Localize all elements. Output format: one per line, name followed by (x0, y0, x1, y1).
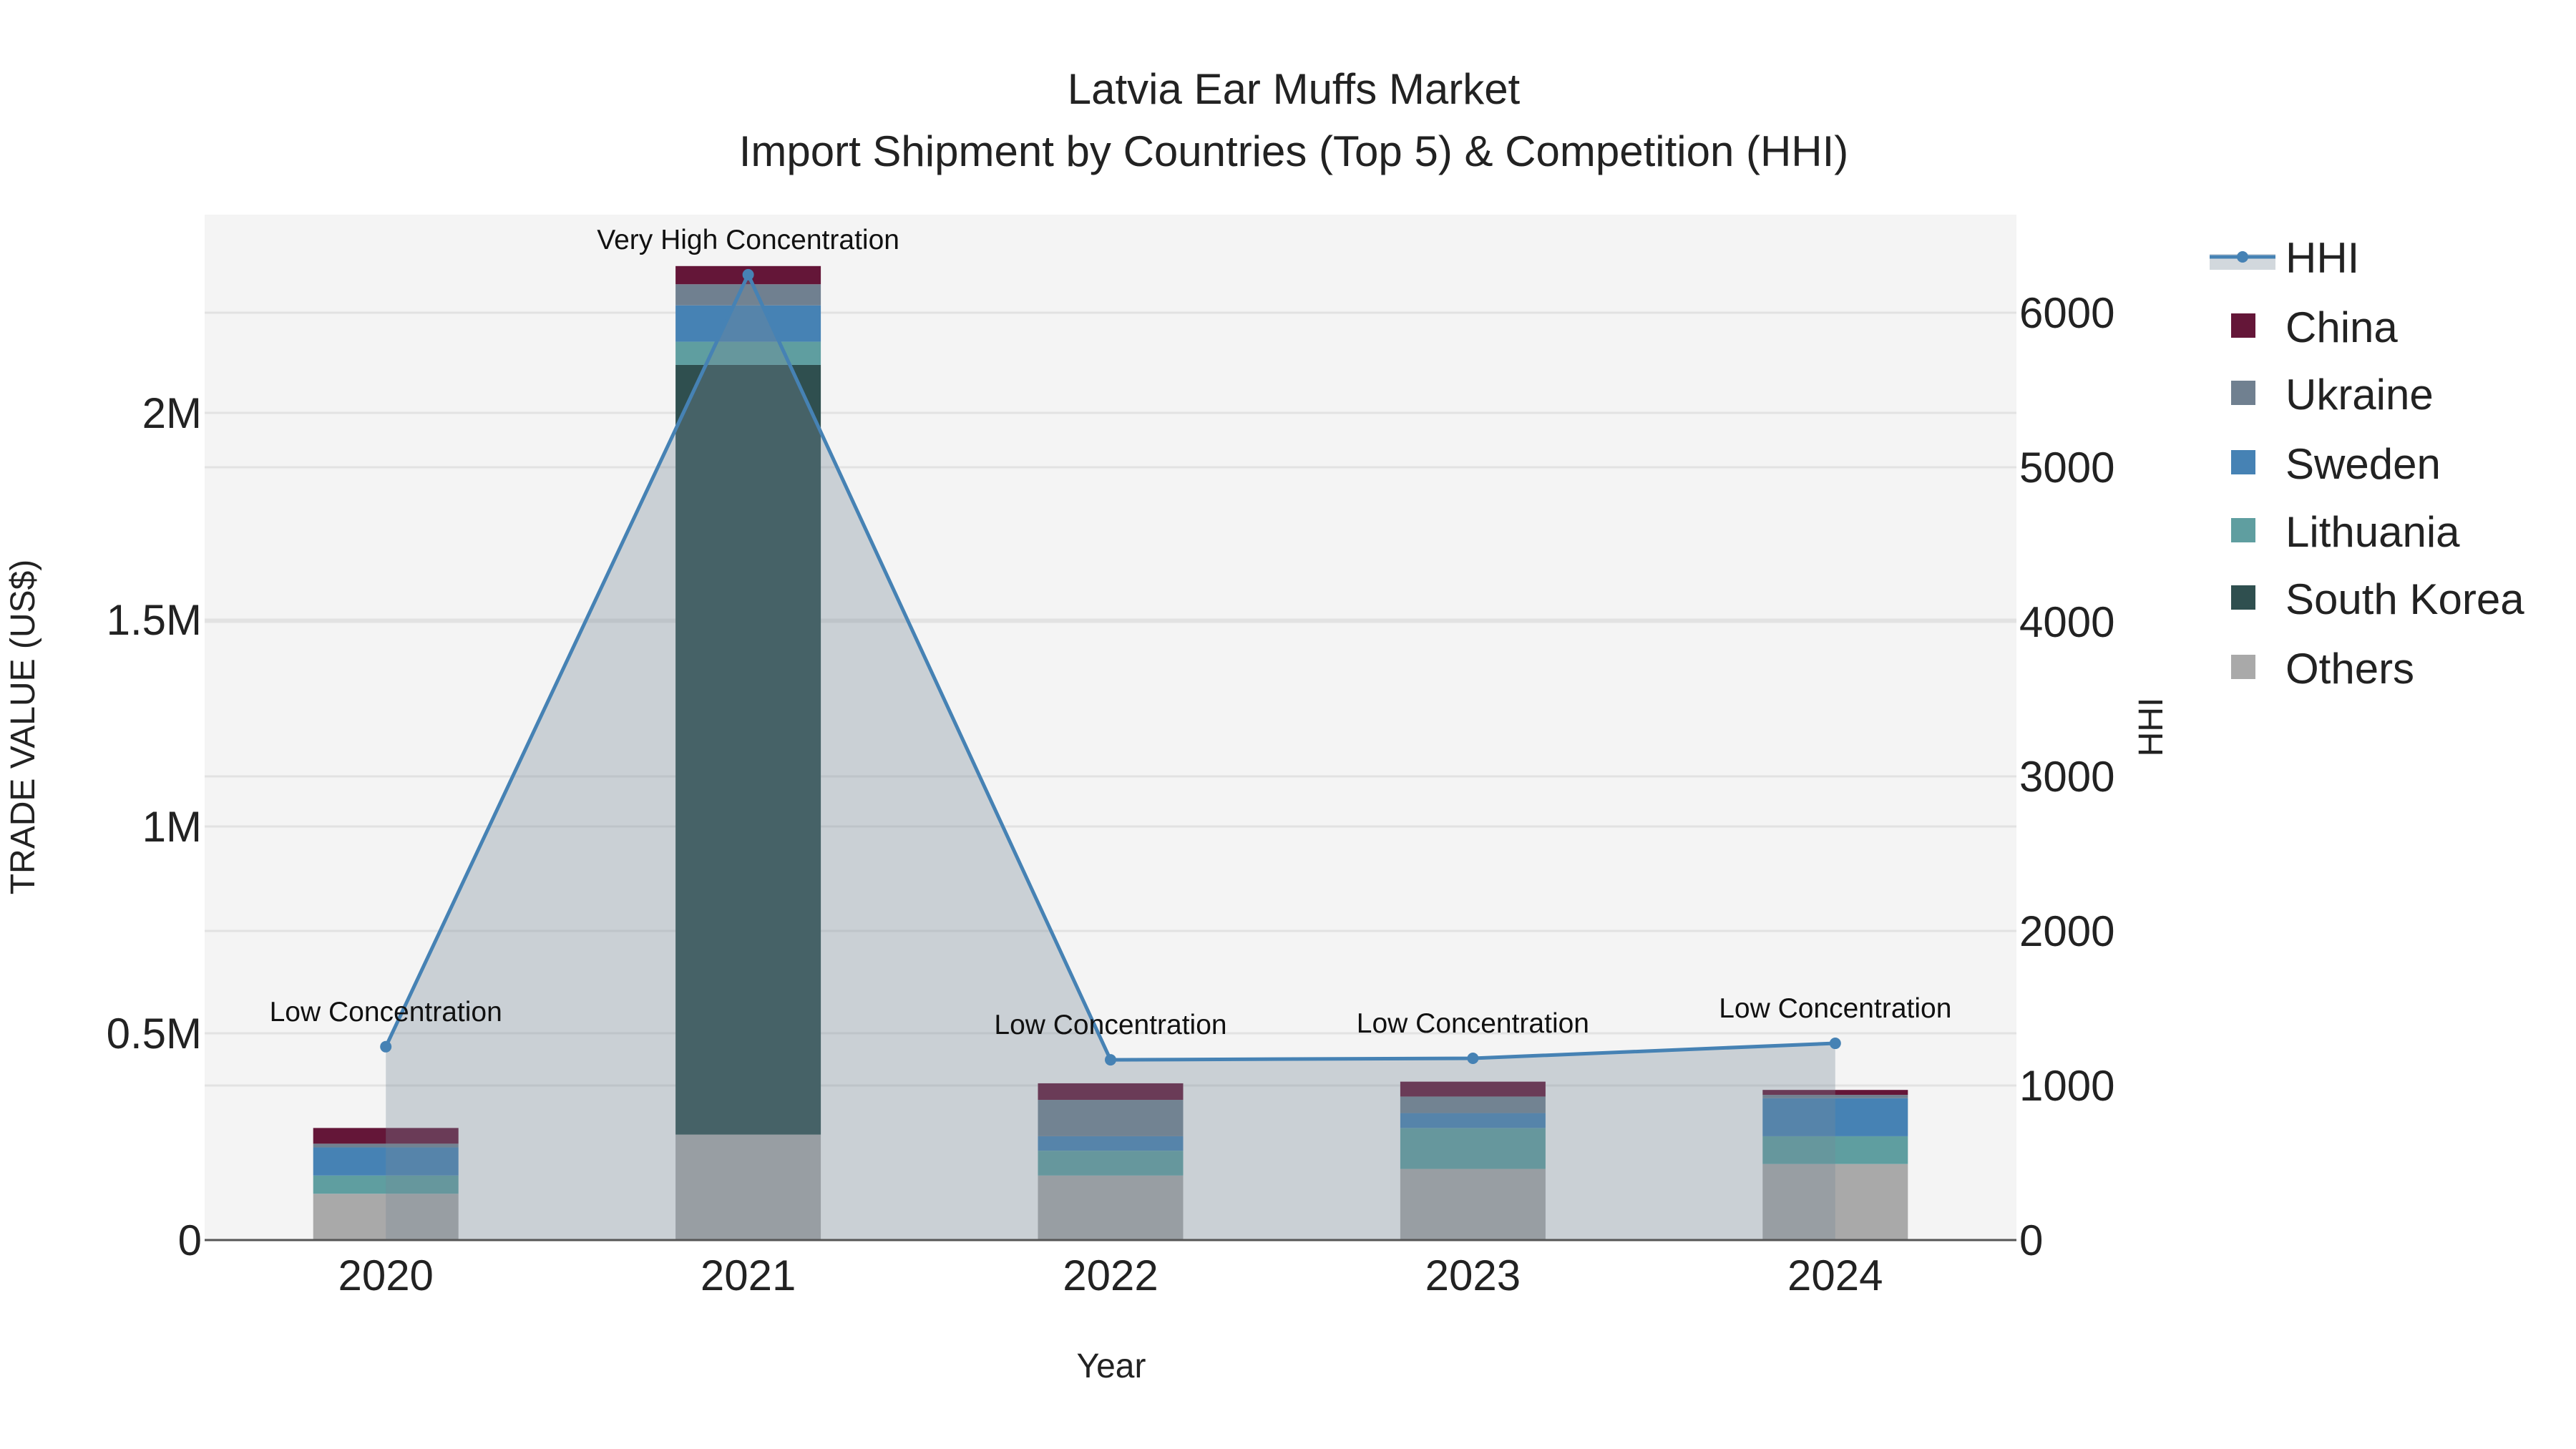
x-tick-label: 2024 (1787, 1252, 1883, 1299)
chart-subtitle: Import Shipment by Countries (Top 5) & C… (739, 127, 1849, 175)
legend-item-south-korea: South Korea (2231, 575, 2524, 623)
legend-item-hhi: HHI (2210, 234, 2359, 282)
legend-hhi-marker (2237, 251, 2248, 263)
x-tick-label: 2021 (701, 1252, 796, 1299)
legend-item-ukraine: Ukraine (2231, 371, 2434, 419)
y-tick-label: 1M (142, 803, 202, 851)
hhi-annotation: Low Concentration (270, 997, 502, 1028)
legend-item-sweden: Sweden (2231, 440, 2441, 488)
legend-item-others: Others (2231, 645, 2414, 693)
legend-swatch (2231, 585, 2255, 610)
y2-tick-label: 1000 (2019, 1062, 2114, 1110)
y-tick-label: 2M (142, 389, 202, 437)
hhi-point (1829, 1038, 1841, 1050)
y-axis-title: TRADE VALUE (US$) (4, 560, 42, 895)
y2-tick-label: 3000 (2019, 753, 2114, 801)
hhi-annotation: Low Concentration (1357, 1008, 1589, 1039)
y2-tick-label: 0 (2019, 1216, 2043, 1264)
hhi-annotation: Low Concentration (1719, 993, 1951, 1024)
y2-tick-label: 6000 (2019, 289, 2114, 337)
y-tick-label: 0.5M (107, 1010, 202, 1058)
y2-tick-label: 4000 (2019, 598, 2114, 646)
legend-label: Sweden (2285, 440, 2441, 488)
legend-label: South Korea (2285, 575, 2524, 623)
y2-axis-title: HHI (2132, 698, 2170, 757)
hhi-point (380, 1040, 392, 1053)
hhi-annotation: Low Concentration (994, 1010, 1226, 1040)
x-tick-label: 2020 (338, 1252, 433, 1299)
legend: HHI China Ukraine Sweden Lithuania South Kore… (2210, 234, 2524, 693)
y-tick-label: 1.5M (107, 596, 202, 644)
legend-label: Lithuania (2285, 508, 2460, 556)
hhi-annotation: Very High Concentration (597, 225, 899, 255)
legend-swatch (2231, 381, 2255, 405)
hhi-point (742, 268, 754, 280)
chart: Low Concentration Very High Concentration… (4, 65, 2524, 1385)
legend-swatch (2231, 450, 2255, 474)
legend-item-china: China (2231, 303, 2398, 351)
y2-tick-label: 5000 (2019, 444, 2114, 492)
legend-label: China (2285, 303, 2398, 351)
y2-tick-label: 2000 (2019, 907, 2114, 955)
hhi-point (1467, 1052, 1479, 1064)
x-axis-title: Year (1077, 1347, 1146, 1385)
legend-label: HHI (2285, 234, 2359, 282)
legend-label: Others (2285, 645, 2414, 693)
legend-swatch (2231, 518, 2255, 542)
chart-title: Latvia Ear Muffs Market (1068, 65, 1521, 113)
x-tick-label: 2022 (1063, 1252, 1158, 1299)
x-tick-label: 2023 (1425, 1252, 1521, 1299)
legend-swatch (2231, 313, 2255, 338)
hhi-point (1105, 1054, 1116, 1066)
y-tick-label: 0 (178, 1216, 202, 1264)
legend-swatch (2231, 655, 2255, 679)
legend-label: Ukraine (2285, 371, 2434, 419)
legend-item-lithuania: Lithuania (2231, 508, 2460, 556)
